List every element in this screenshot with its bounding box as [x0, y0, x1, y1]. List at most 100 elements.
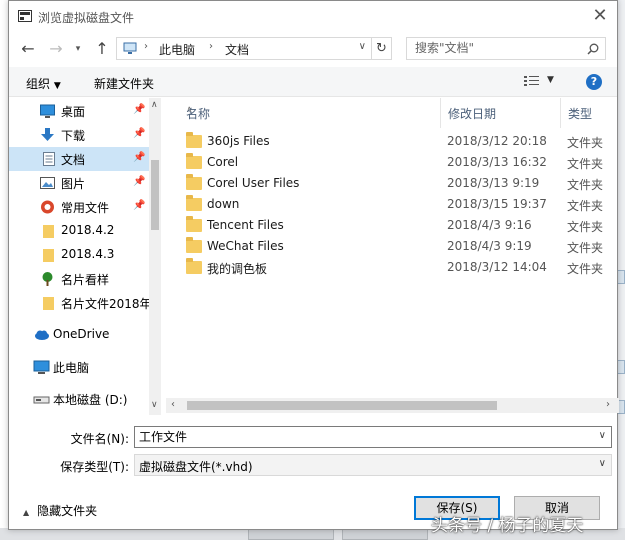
view-dropdown-icon[interactable]: ▼: [547, 75, 554, 85]
nav-item-desktop[interactable]: 桌面 📌: [9, 99, 149, 123]
chevron-down-icon[interactable]: ∨: [599, 430, 606, 441]
watermark-text: 头条号 / 杨子的夏天: [431, 516, 584, 536]
back-arrow-icon[interactable]: ←: [17, 39, 39, 59]
breadcrumb-this-pc[interactable]: 此电脑: [159, 41, 195, 58]
nav-scrollbar[interactable]: ∧ ∨: [149, 98, 161, 415]
nav-label: 桌面: [61, 105, 86, 119]
file-type: 文件夹: [567, 199, 604, 213]
dialog-title: 浏览虚拟磁盘文件: [38, 11, 135, 25]
file-name: Corel: [207, 155, 239, 169]
file-type: 文件夹: [567, 241, 604, 255]
address-bar[interactable]: › 此电脑 › 文档 ∨: [116, 37, 372, 60]
nav-item-folder[interactable]: 2018.4.2: [9, 219, 149, 243]
column-header-label: 名称: [186, 107, 211, 121]
organize-button[interactable]: 组织 ▼: [26, 75, 61, 92]
nav-item-this-pc[interactable]: 此电脑: [9, 355, 149, 379]
forward-arrow-icon[interactable]: →: [45, 39, 67, 59]
file-date: 2018/3/13 16:32: [447, 155, 547, 169]
filetype-value: 虚拟磁盘文件(*.vhd): [139, 460, 253, 474]
search-box[interactable]: [406, 37, 606, 60]
scrollbar-thumb[interactable]: [187, 401, 497, 410]
up-arrow-icon[interactable]: ↑: [91, 39, 113, 59]
scroll-left-icon[interactable]: ‹: [171, 399, 175, 410]
scroll-down-icon[interactable]: ∨: [151, 400, 158, 410]
file-date: 2018/4/3 9:19: [447, 239, 532, 253]
folder-icon: [43, 225, 54, 238]
nav-label: 常用文件: [61, 201, 110, 215]
command-bar: 组织 ▼ 新建文件夹 ▼ ?: [9, 67, 617, 97]
folder-red-icon: [41, 200, 54, 214]
file-type: 文件夹: [567, 178, 604, 192]
horizontal-scrollbar[interactable]: ‹ ›: [166, 398, 619, 413]
filename-field[interactable]: ∨: [134, 426, 612, 448]
hide-folders-label: 隐藏文件夹: [37, 504, 98, 518]
folder-icon: [186, 132, 202, 148]
hide-folders-toggle[interactable]: ▲ 隐藏文件夹: [23, 502, 97, 519]
column-header-name[interactable]: ∧ 名称: [179, 98, 441, 128]
refresh-icon[interactable]: ↻: [372, 37, 392, 60]
nav-item-folder[interactable]: 名片文件2018年: [9, 291, 152, 315]
recent-dropdown-icon[interactable]: ▾: [67, 39, 89, 59]
folder-icon: [186, 153, 202, 169]
breadcrumb-documents[interactable]: 文档: [225, 41, 249, 58]
cloud-icon: [35, 330, 49, 340]
nav-item-downloads[interactable]: 下载 📌: [9, 123, 149, 147]
column-header-label: 修改日期: [448, 107, 497, 121]
file-row[interactable]: Corel 2018/3/13 16:32 文件夹: [166, 153, 619, 174]
help-icon[interactable]: ?: [586, 74, 602, 90]
desktop-icon: [40, 104, 55, 118]
search-icon: [587, 43, 599, 55]
pin-icon: 📌: [133, 104, 146, 115]
nav-item-common-files[interactable]: 常用文件 📌: [9, 195, 149, 219]
nav-label: 2018.4.3: [61, 247, 115, 261]
folder-icon: [186, 258, 202, 274]
nav-item-pictures[interactable]: 图片 📌: [9, 171, 149, 195]
close-icon[interactable]: ✕: [591, 6, 609, 26]
download-icon: [41, 128, 54, 141]
filetype-select[interactable]: 虚拟磁盘文件(*.vhd) ∨: [134, 454, 612, 476]
column-header-label: 类型: [568, 107, 593, 121]
nav-item-folder[interactable]: 2018.4.3: [9, 243, 149, 267]
breadcrumb-separator-icon: ›: [144, 41, 148, 52]
tree-icon: [42, 272, 53, 286]
file-row[interactable]: 360js Files 2018/3/12 20:18 文件夹: [166, 132, 619, 153]
picture-icon: [40, 177, 55, 189]
pin-icon: 📌: [133, 152, 146, 163]
chevron-down-icon: ▼: [53, 81, 61, 91]
nav-item-local-disk[interactable]: 本地磁盘 (D:): [9, 387, 149, 411]
folder-icon: [186, 237, 202, 253]
file-name: 360js Files: [207, 134, 270, 148]
file-row[interactable]: down 2018/3/15 19:37 文件夹: [166, 195, 619, 216]
file-type: 文件夹: [567, 157, 604, 171]
nav-item-samples[interactable]: 名片看样: [9, 267, 149, 291]
column-header-date[interactable]: 修改日期: [441, 98, 561, 128]
file-name: WeChat Files: [207, 239, 284, 253]
file-name: 我的调色板: [207, 262, 268, 276]
nav-item-onedrive[interactable]: OneDrive: [9, 323, 149, 347]
file-name: Corel User Files: [207, 176, 300, 190]
file-row[interactable]: Corel User Files 2018/3/13 9:19 文件夹: [166, 174, 619, 195]
document-icon: [43, 152, 55, 166]
filename-input[interactable]: [139, 429, 589, 443]
new-folder-button[interactable]: 新建文件夹: [94, 75, 154, 92]
pin-icon: 📌: [133, 128, 146, 139]
view-options-icon[interactable]: [522, 73, 542, 89]
chevron-down-icon[interactable]: ∨: [359, 41, 366, 52]
folder-icon: [43, 249, 54, 262]
search-input[interactable]: [415, 41, 580, 55]
nav-label: 文档: [61, 153, 86, 167]
file-row[interactable]: WeChat Files 2018/4/3 9:19 文件夹: [166, 237, 619, 258]
scroll-up-icon[interactable]: ∧: [151, 100, 158, 110]
navigation-pane: 桌面 📌 下载 📌 文档 📌 图片 📌 常用文件 📌 2018.4.2 2018…: [9, 98, 161, 415]
computer-icon: [33, 360, 50, 374]
nav-label: 下载: [61, 129, 86, 143]
scrollbar-thumb[interactable]: [151, 160, 159, 230]
column-header-type[interactable]: 类型: [561, 98, 619, 128]
folder-icon: [186, 195, 202, 211]
nav-item-documents[interactable]: 文档 📌: [9, 147, 149, 171]
file-row[interactable]: Tencent Files 2018/4/3 9:16 文件夹: [166, 216, 619, 237]
file-date: 2018/3/12 14:04: [447, 260, 547, 274]
scroll-right-icon[interactable]: ›: [606, 399, 610, 410]
file-row[interactable]: 我的调色板 2018/3/12 14:04 文件夹: [166, 258, 619, 279]
app-icon: [18, 10, 32, 22]
